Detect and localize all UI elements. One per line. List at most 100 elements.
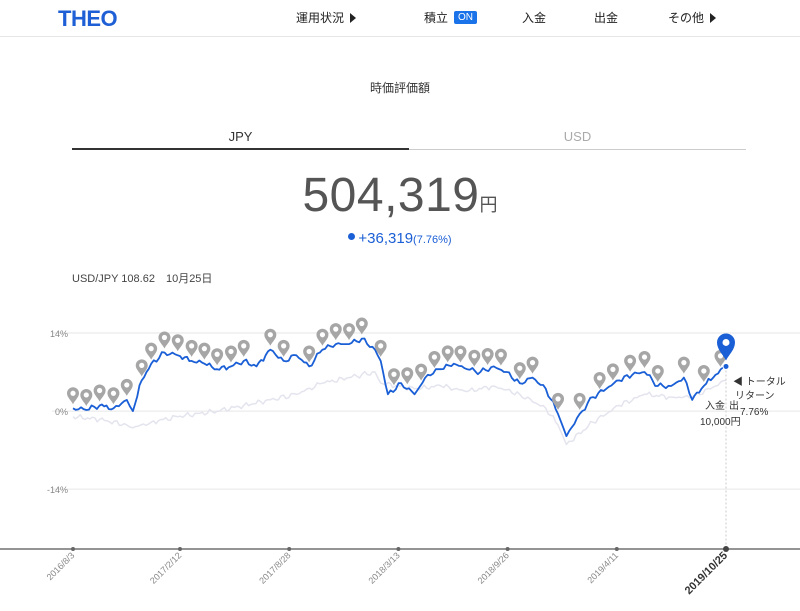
caret-right-icon	[350, 12, 357, 23]
pin-hole	[655, 368, 661, 374]
pin-hole	[139, 362, 145, 368]
gain-amount: +36,319	[358, 230, 414, 247]
pin-hole	[201, 346, 207, 352]
deposit-pin-icon	[606, 363, 619, 381]
x-axis: 2016/8/3 2017/2/12 2017/8/28 2018/3/13 2018/…	[0, 546, 800, 597]
pin-hole	[333, 326, 339, 332]
deposit-pin-icon	[593, 371, 606, 389]
x-tick-label: 2019/10/25	[683, 550, 730, 597]
nav-portfolio-status[interactable]: 運用状況	[296, 9, 357, 26]
pin-hole	[627, 358, 633, 364]
pin-hole	[161, 334, 168, 341]
deposit-pin-icon	[303, 345, 316, 363]
deposit-pin-icon	[573, 392, 586, 410]
tooltip-deposit-amount: 10,000円	[700, 417, 741, 428]
nav-auto-deposit[interactable]: 積立 ON	[424, 9, 478, 26]
pin-hole	[391, 371, 397, 377]
pin-hole	[214, 351, 220, 357]
pin-hole	[701, 368, 707, 374]
pin-hole	[597, 375, 603, 381]
nav-other-label: その他	[668, 11, 705, 25]
return-chart[interactable]: 14% 0% -14% 2016/8/3 2017/2/12 2017/8/28 2018…	[0, 300, 800, 611]
pin-hole	[175, 337, 181, 343]
deposit-pin-icon	[80, 388, 93, 406]
deposit-pin-icon	[481, 348, 494, 366]
pin-hole	[97, 387, 103, 394]
pin-hole	[641, 354, 648, 360]
pin-hole	[457, 348, 464, 355]
top-header: THEO 運用状況 積立 ON 入金 出金 その他	[0, 0, 800, 37]
x-tick-label: 2017/8/28	[257, 550, 292, 585]
x-tick-dot	[723, 546, 729, 552]
deposit-pin-icon	[552, 392, 565, 410]
x-tick-dot	[505, 547, 510, 551]
currency-tabs: JPY USD	[72, 124, 746, 150]
deposit-event-pins	[67, 317, 727, 410]
x-tick-label: 2017/2/12	[148, 550, 183, 585]
tooltip-line-2: リターン	[735, 390, 775, 402]
nav-withdraw[interactable]: 出金	[594, 9, 618, 26]
deposit-pin-icon	[237, 339, 250, 357]
deposit-pin-icon	[454, 345, 467, 363]
pin-hole	[83, 392, 89, 398]
nav-auto-deposit-label: 積立	[424, 11, 449, 25]
y-tick-label: -14%	[47, 485, 68, 495]
pin-hole	[431, 354, 438, 360]
deposit-pin-icon	[145, 342, 158, 360]
x-tick-dot	[614, 547, 619, 551]
deposit-pin-icon	[107, 387, 120, 405]
current-pin-hole	[722, 338, 730, 346]
pin-hole	[529, 360, 536, 366]
nav-withdraw-label: 出金	[594, 11, 619, 25]
y-tick-label: 14%	[50, 329, 68, 339]
nav-other[interactable]: その他	[668, 9, 717, 26]
gain-dot-icon	[348, 233, 356, 241]
deposit-pin-icon	[171, 334, 184, 352]
deposit-pin-icon	[343, 323, 356, 341]
current-value-marker	[717, 333, 735, 550]
fx-rate: USD/JPY 108.62 10月25日	[72, 273, 213, 285]
deposit-pin-icon	[185, 339, 198, 357]
tab-jpy[interactable]: JPY	[72, 124, 409, 150]
pin-hole	[189, 343, 195, 349]
deposit-pin-icon	[316, 328, 329, 346]
deposit-pin-icon	[494, 348, 507, 366]
theo-logo[interactable]: THEO	[58, 6, 118, 32]
tooltip-deposit-label: 入金	[705, 399, 725, 412]
tooltip-line-1: ◀ トータル	[733, 376, 786, 388]
deposit-pin-icon	[329, 323, 342, 341]
section-title: 時価評価額	[369, 81, 430, 95]
nav-deposit-label: 入金	[522, 11, 547, 25]
pin-hole	[306, 348, 312, 355]
auto-deposit-on-badge[interactable]: ON	[454, 11, 478, 24]
x-tick-label: 2016/8/3	[45, 550, 77, 582]
pin-hole	[555, 396, 561, 402]
deposit-pin-icon	[211, 348, 224, 366]
x-tick-dot	[71, 547, 75, 551]
pin-hole	[148, 346, 154, 352]
nav-deposit[interactable]: 入金	[522, 9, 546, 26]
deposit-pin-icon	[441, 345, 454, 363]
deposit-pin-icon	[67, 387, 79, 405]
deposit-pin-icon	[120, 378, 133, 396]
pin-hole	[346, 326, 352, 332]
pin-hole	[485, 351, 491, 357]
deposit-pin-icon	[355, 317, 368, 335]
deposit-pin-icon	[651, 364, 664, 382]
deposit-pin-icon	[624, 354, 637, 372]
current-value-dot	[722, 362, 730, 370]
tab-usd[interactable]: USD	[409, 124, 746, 150]
market-value-unit: 円	[479, 195, 498, 215]
gain-percent: (7.76%)	[413, 234, 452, 246]
value-tooltip: ◀ トータル リターン 入金 出 7.76% 10,000円	[700, 376, 786, 428]
x-tick-label: 2018/9/26	[476, 550, 511, 585]
deposit-pin-icon	[468, 349, 481, 367]
deposit-pin-icon	[526, 356, 539, 374]
tooltip-percent: 7.76%	[740, 407, 768, 418]
nav-portfolio-status-label: 運用状況	[296, 11, 345, 25]
deposit-pin-icon	[638, 351, 651, 369]
caret-right-icon	[710, 12, 717, 23]
x-tick-dot	[287, 547, 292, 551]
pin-hole	[681, 360, 687, 366]
deposit-pin-icon	[93, 384, 106, 402]
